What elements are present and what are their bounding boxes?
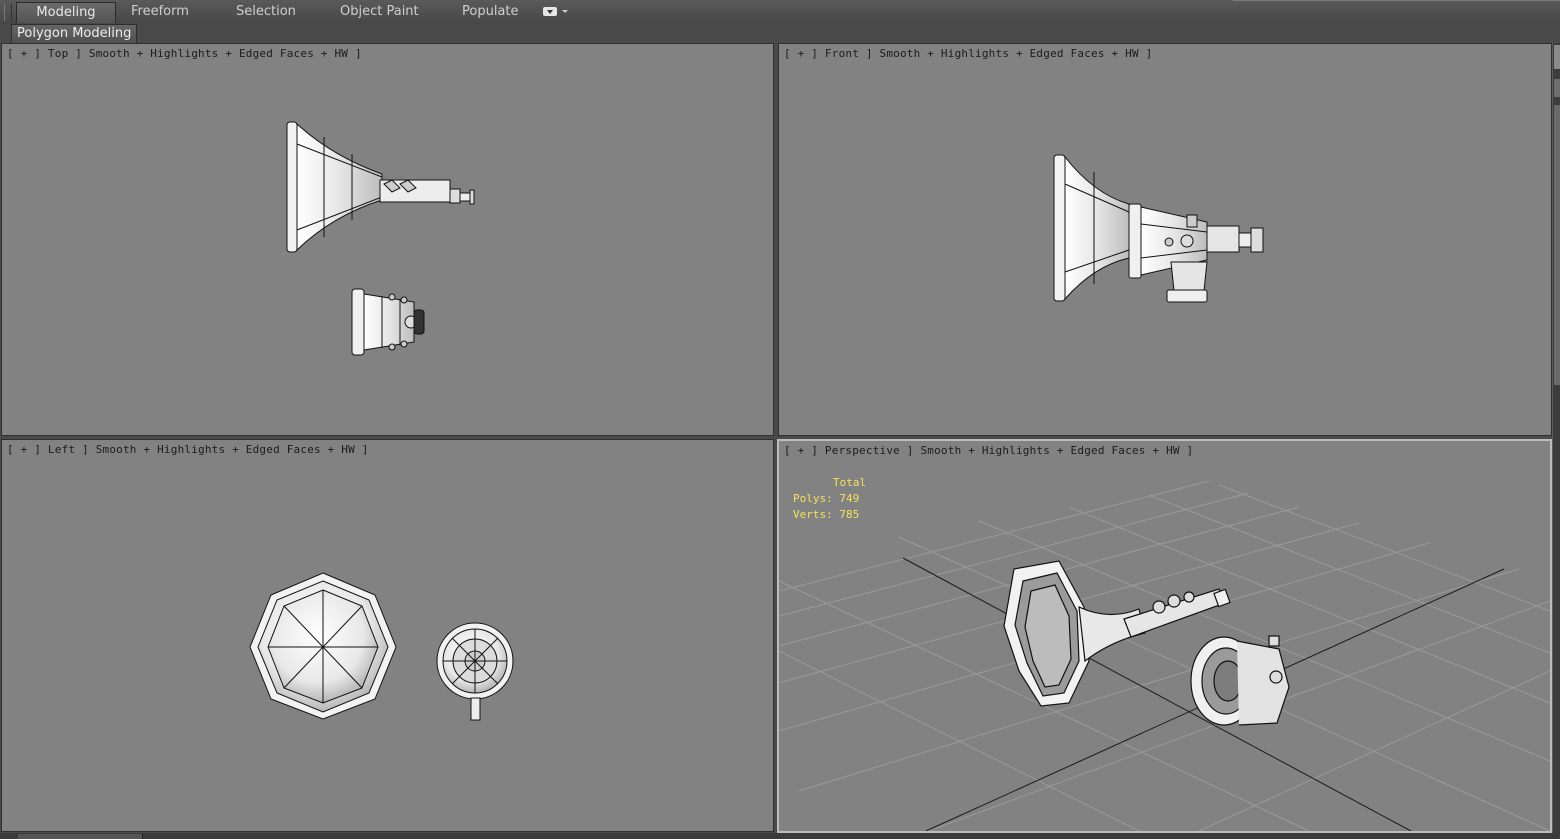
tab-object-paint[interactable]: Object Paint: [340, 2, 419, 22]
ribbon-divider: [1233, 0, 1560, 3]
chevron-down-icon: [562, 10, 568, 13]
ribbon-bar: Modeling Freeform Selection Object Paint…: [0, 0, 1560, 25]
ribbon-panel-bar: Polygon Modeling: [0, 24, 1560, 44]
viewport-left[interactable]: [ + ] Left ] Smooth + Highlights + Edged…: [1, 439, 774, 832]
tab-modeling[interactable]: Modeling: [16, 2, 116, 23]
megaphone-front-model: [1053, 154, 1264, 303]
small-horn-top-model: [351, 288, 425, 356]
ribbon-options-button[interactable]: [543, 6, 569, 18]
front-view-scene: [1053, 154, 1264, 303]
viewport-perspective[interactable]: [ + ] Perspective ] Smooth + Highlights …: [777, 439, 1552, 833]
ribbon-grip-handle[interactable]: [4, 3, 12, 21]
viewport-top[interactable]: [ + ] Top ] Smooth + Highlights + Edged …: [1, 43, 774, 436]
status-field: [18, 834, 143, 839]
small-horn-perspective-model: [1190, 635, 1290, 726]
polygon-modeling-button[interactable]: Polygon Modeling: [11, 24, 138, 44]
perspective-scene: [779, 480, 1550, 831]
tab-populate[interactable]: Populate: [462, 2, 519, 22]
megaphone-top-model: [286, 121, 475, 253]
panel-scrollbar[interactable]: [1554, 105, 1560, 385]
top-view-scene: [286, 121, 475, 356]
command-panel-edge: [1552, 43, 1560, 839]
status-bar: [0, 833, 1560, 839]
panel-tab-handle[interactable]: [1554, 45, 1560, 69]
left-view-scene: [249, 572, 514, 721]
small-horn-left-model: [436, 622, 514, 721]
ribbon-options-icon: [543, 7, 557, 16]
megaphone-bell-left-model: [249, 572, 397, 720]
tab-freeform[interactable]: Freeform: [131, 2, 189, 22]
panel-tab-handle[interactable]: [1554, 79, 1560, 97]
home-grid: [779, 480, 1550, 831]
tab-selection[interactable]: Selection: [236, 2, 296, 22]
viewport-front[interactable]: [ + ] Front ] Smooth + Highlights + Edge…: [778, 43, 1552, 436]
